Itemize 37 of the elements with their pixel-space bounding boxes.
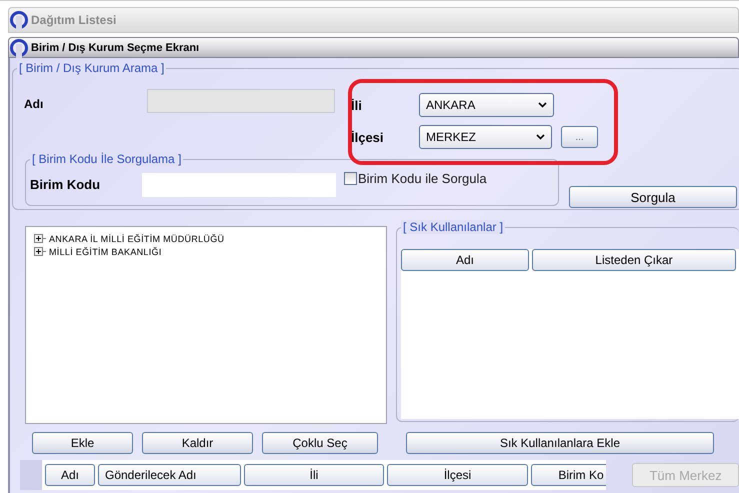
field-label: İlçesi [351, 130, 384, 144]
tree-item[interactable]: MİLLİ EĞİTİM BAKANLIĞI [49, 246, 162, 256]
row-header-corner [20, 460, 42, 490]
tree-item[interactable]: ANKARA İL MİLLİ EĞİTİM MÜDÜRLÜĞÜ [49, 234, 224, 244]
chevron-down-icon [536, 134, 545, 140]
column-header[interactable]: İli [244, 464, 384, 486]
checkbox[interactable] [344, 172, 357, 185]
action-button[interactable]: Ekle [32, 432, 133, 454]
add-favorites-button[interactable]: Sık Kullanılanlara Ekle [406, 432, 714, 454]
field-label: İli [351, 98, 362, 112]
field-label: Adı [24, 97, 44, 111]
column-header[interactable]: İlçesi [387, 464, 528, 486]
column-header[interactable]: Birim Ko [531, 464, 606, 486]
app-logo-icon [9, 10, 29, 30]
group-legend: [ Birim / Dış Kurum Arama ] [17, 61, 166, 75]
window-title: Dağıtım Listesi [31, 13, 116, 27]
group-legend: [ Sık Kullanılanlar ] [400, 220, 506, 234]
action-button[interactable]: Kaldır [142, 432, 253, 454]
column-header[interactable]: Listeden Çıkar [532, 249, 736, 271]
query-button[interactable]: Sorgula [569, 186, 737, 208]
name-field[interactable] [147, 89, 335, 113]
browse-button[interactable]: ... [561, 126, 598, 148]
district-dropdown[interactable]: MERKEZ [419, 125, 552, 149]
group-legend: [ Birim Kodu İle Sorgulama ] [30, 152, 184, 166]
column-header[interactable]: Adı [400, 249, 529, 271]
window-title: Birim / Dış Kurum Seçme Ekranı [31, 42, 200, 54]
expand-icon[interactable] [34, 247, 46, 256]
chevron-down-icon [538, 102, 547, 108]
checkbox-label: Birim Kodu ile Sorgula [358, 171, 487, 186]
column-header[interactable]: Gönderilecek Adı [98, 464, 241, 486]
unit-code-field[interactable] [142, 172, 336, 196]
field-label: Birim Kodu [30, 177, 100, 192]
action-button[interactable]: Çoklu Seç [262, 432, 378, 454]
province-dropdown[interactable]: ANKARA [419, 93, 554, 117]
column-header[interactable]: Adı [45, 464, 95, 486]
expand-icon[interactable] [34, 234, 46, 243]
app-logo-icon [9, 38, 29, 58]
